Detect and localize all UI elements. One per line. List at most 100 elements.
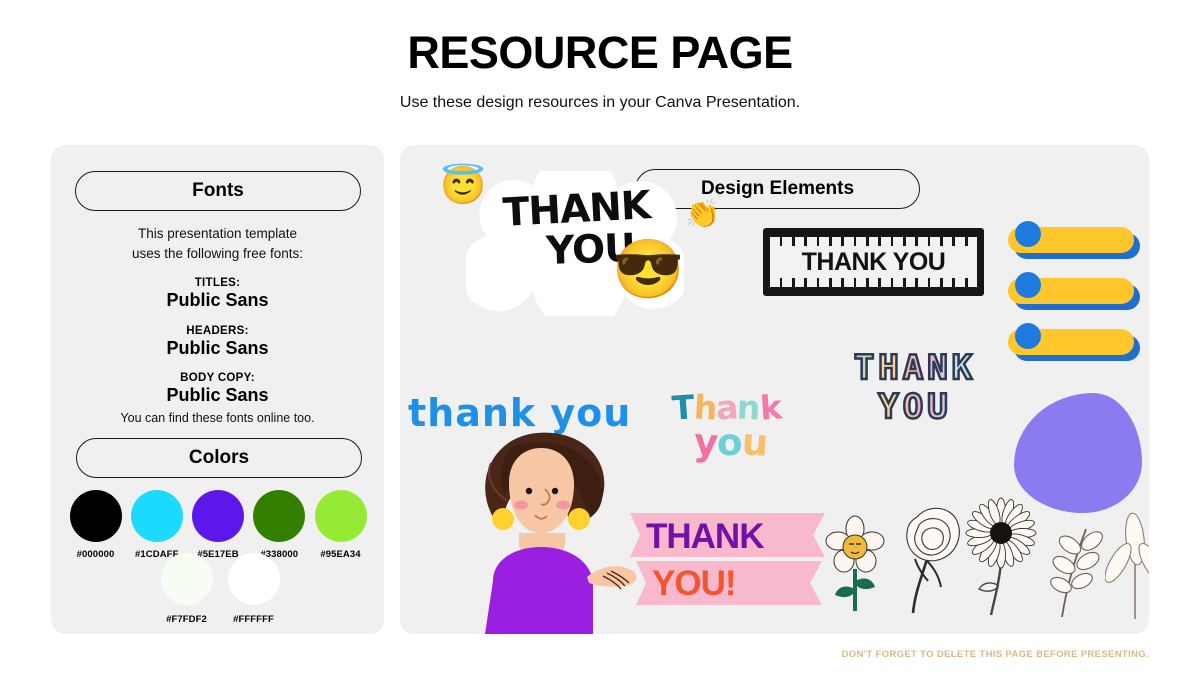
- pastel-letter: T: [670, 387, 695, 428]
- font-group-body-copy: BODY COPY: Public Sans: [51, 372, 384, 406]
- film-perforation: [881, 237, 891, 246]
- font-group-headers: HEADERS: Public Sans: [51, 325, 384, 359]
- film-perforation: [905, 278, 916, 287]
- film-perforation: [831, 237, 842, 246]
- fonts-footer-text: You can find these fonts online too.: [120, 411, 315, 425]
- font-group-titles-name: Public Sans: [166, 290, 269, 310]
- film-perforation: [930, 237, 940, 246]
- blue-dot-icon-2: [1015, 272, 1041, 298]
- woman-presenting-illustration[interactable]: [435, 421, 645, 634]
- film-strip-text: THANK YOU: [801, 247, 946, 276]
- design-elements-pill-label: Design Elements: [700, 178, 855, 199]
- film-perforation: [844, 237, 854, 246]
- font-group-body-name: Public Sans: [166, 385, 269, 405]
- yellow-bar-2[interactable]: [1008, 272, 1140, 310]
- cloud-thank-you-sticker[interactable]: THANK YOU 😇 👏 😎: [440, 163, 720, 323]
- film-perforation: [930, 278, 940, 287]
- film-perforations-bottom: [770, 278, 977, 287]
- color-swatch-5[interactable]: #95EA34: [313, 490, 368, 560]
- film-perforation: [819, 278, 829, 287]
- slide-canvas: RESOURCE PAGE Use these design resources…: [0, 0, 1200, 675]
- film-perforation: [918, 278, 928, 287]
- film-perforation: [868, 237, 879, 246]
- film-perforation: [856, 237, 866, 246]
- yellow-bar-1[interactable]: [1008, 221, 1140, 259]
- film-perforation: [918, 237, 928, 246]
- film-strip-thank-you[interactable]: THANK YOU: [763, 228, 984, 296]
- film-perforation: [782, 237, 792, 246]
- color-swatch-2[interactable]: #1CDAFF: [129, 490, 184, 560]
- fonts-intro-text: This presentation template uses the follo…: [51, 224, 384, 263]
- film-perforation: [881, 278, 891, 287]
- color-swatch-5-label: #95EA34: [320, 549, 361, 560]
- font-group-titles-kicker: TITLES:: [194, 277, 241, 289]
- fonts-panel: Fonts This presentation template uses the…: [51, 145, 384, 634]
- pastel-row-2: you: [692, 420, 842, 465]
- banner-thank-you[interactable]: THANK YOU!: [630, 513, 840, 613]
- film-perforation: [819, 237, 829, 246]
- pastel-letter: u: [740, 420, 769, 465]
- film-perforation: [967, 278, 977, 287]
- font-group-body-kicker: BODY COPY:: [180, 372, 255, 384]
- color-swatch-2-circle: [130, 490, 183, 542]
- pastel-letter: o: [716, 420, 743, 465]
- fonts-intro-line-2: uses the following free fonts:: [131, 245, 304, 261]
- halo-face-emoji-icon: 😇: [440, 165, 487, 206]
- color-swatch-1-label: #000000: [76, 549, 115, 560]
- film-perforation: [831, 278, 842, 287]
- film-perforation: [868, 278, 879, 287]
- blue-dot-icon-3: [1015, 323, 1041, 349]
- banner-word-1: THANK: [646, 517, 764, 556]
- film-perforation: [905, 237, 916, 246]
- film-perforation: [942, 237, 953, 246]
- font-group-headers-kicker: HEADERS:: [186, 325, 249, 337]
- color-swatch-neutral-1[interactable]: #F7FDF2: [159, 553, 214, 625]
- film-perforation: [856, 278, 866, 287]
- color-swatch-neutral-2-circle: [227, 553, 280, 605]
- film-perforation: [955, 278, 965, 287]
- leaf-sprig-illustration[interactable]: [1105, 503, 1149, 623]
- smiling-daisy-illustration[interactable]: [825, 507, 885, 617]
- color-swatch-5-circle: [314, 490, 367, 542]
- film-perforation: [794, 237, 805, 246]
- film-perforation: [893, 278, 903, 287]
- design-elements-panel: Design Elements THANK YOU 😇 👏 😎 THANK YO…: [400, 145, 1149, 634]
- page-title: RESOURCE PAGE: [407, 27, 793, 78]
- fonts-intro-line-1: This presentation template: [137, 226, 298, 241]
- pixel-art-thank-you[interactable]: THANK YOU: [815, 349, 1015, 468]
- yellow-bar-3[interactable]: [1008, 323, 1140, 361]
- font-group-titles: TITLES: Public Sans: [51, 277, 384, 311]
- page-subtitle: Use these design resources in your Canva…: [399, 94, 801, 111]
- pastel-thank-you[interactable]: Thank you: [670, 387, 842, 498]
- film-perforation: [782, 278, 792, 287]
- leaf-branch-illustration[interactable]: [1040, 503, 1108, 623]
- daisy-outline-illustration[interactable]: [965, 493, 1037, 619]
- color-swatch-1[interactable]: #000000: [68, 490, 123, 560]
- film-perforation: [770, 237, 780, 246]
- peony-outline-illustration[interactable]: [895, 497, 967, 617]
- film-frame: THANK YOU: [770, 246, 977, 278]
- color-swatch-neutral-2[interactable]: #FFFFFF: [226, 553, 281, 625]
- color-swatch-row-neutral: #F7FDF2 #FFFFFF: [159, 553, 281, 625]
- film-perforation: [794, 278, 805, 287]
- color-swatch-neutral-1-circle: [160, 553, 213, 605]
- color-swatch-neutral-2-label: #FFFFFF: [233, 614, 274, 625]
- film-perforations-top: [770, 237, 977, 246]
- pastel-letter: y: [692, 420, 719, 465]
- color-swatch-row-primary: #000000 #1CDAFF #5E17EB #338000 #95EA34: [68, 490, 368, 560]
- pixel-text-line-1: THANK: [815, 349, 1015, 388]
- pixel-text-line-2: YOU: [815, 387, 1015, 426]
- color-swatch-3[interactable]: #5E17EB: [191, 490, 246, 560]
- film-perforation: [807, 278, 817, 287]
- film-perforation: [893, 237, 903, 246]
- colors-pill-label: Colors: [188, 447, 250, 468]
- color-swatch-neutral-1-label: #F7FDF2: [166, 614, 207, 625]
- film-perforation: [942, 278, 953, 287]
- film-perforation: [955, 237, 965, 246]
- film-perforation: [770, 278, 780, 287]
- colors-section-header: Colors: [76, 438, 362, 478]
- blue-dot-icon-1: [1015, 221, 1041, 247]
- fonts-pill-label: Fonts: [192, 180, 244, 201]
- color-swatch-4[interactable]: #338000: [252, 490, 307, 560]
- font-group-headers-name: Public Sans: [166, 338, 269, 358]
